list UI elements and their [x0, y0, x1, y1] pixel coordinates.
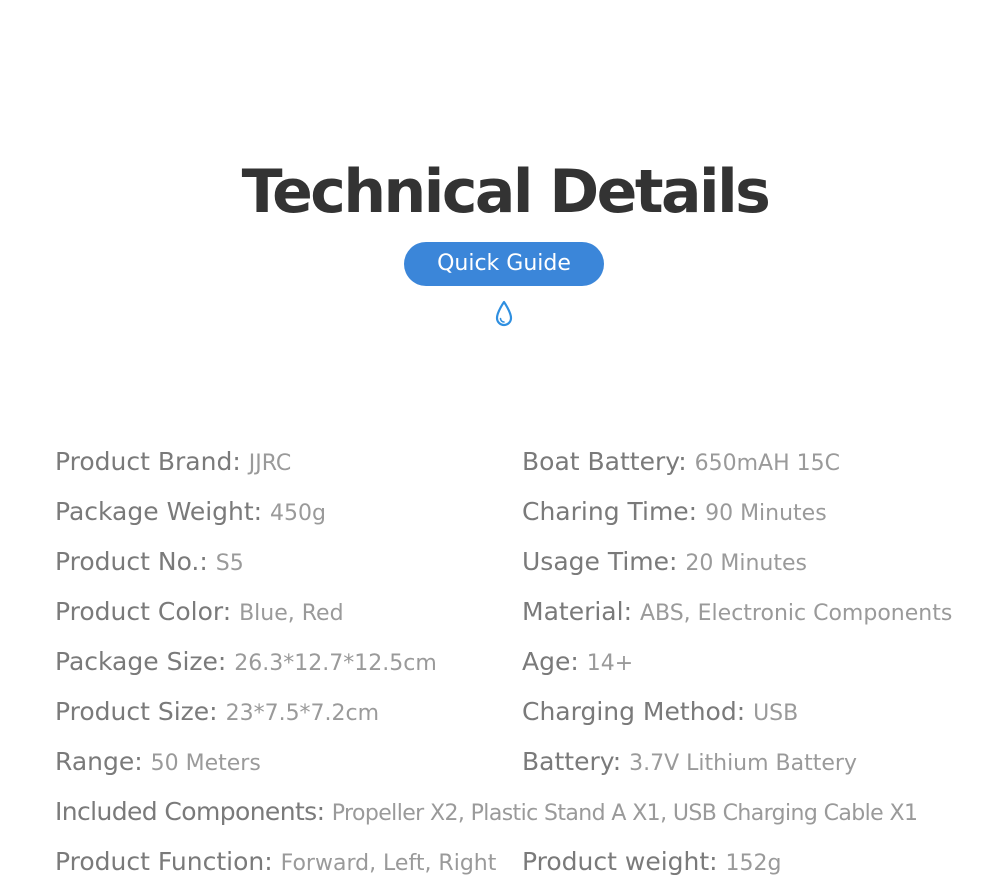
spec-value: Blue, Red	[239, 601, 344, 626]
spec-package-weight: Package Weight: 450g	[55, 495, 326, 531]
spec-label: Usage Time:	[522, 547, 678, 576]
spec-label: Package Size:	[55, 647, 227, 676]
spec-battery: Battery: 3.7V Lithium Battery	[522, 745, 857, 781]
spec-label: Boat Battery:	[522, 447, 687, 476]
spec-product-size: Product Size: 23*7.5*7.2cm	[55, 695, 379, 731]
spec-product-no: Product No.: S5	[55, 545, 244, 581]
spec-value: 450g	[270, 501, 327, 526]
spec-label: Included Components:	[55, 797, 325, 826]
spec-value: 26.3*12.7*12.5cm	[234, 651, 437, 676]
spec-label: Charging Method:	[522, 697, 746, 726]
spec-value: 90 Minutes	[705, 501, 827, 526]
spec-label: Product Size:	[55, 697, 218, 726]
spec-value: 50 Meters	[150, 751, 261, 776]
spec-age: Age: 14+	[522, 645, 633, 681]
spec-value: USB	[753, 701, 799, 726]
spec-value: 14+	[586, 651, 634, 676]
spec-boat-battery: Boat Battery: 650mAH 15C	[522, 445, 840, 481]
spec-value: Propeller X2, Plastic Stand A X1, USB Ch…	[331, 801, 918, 826]
spec-value: ABS, Electronic Components	[639, 601, 953, 626]
spec-label: Product No.:	[55, 547, 208, 576]
spec-included-components: Included Components: Propeller X2, Plast…	[55, 795, 918, 831]
spec-value: JJRC	[248, 451, 292, 476]
spec-package-size: Package Size: 26.3*12.7*12.5cm	[55, 645, 437, 681]
spec-value: 23*7.5*7.2cm	[225, 701, 380, 726]
spec-charging-time: Charing Time: 90 Minutes	[522, 495, 827, 531]
spec-label: Product Function:	[55, 847, 273, 876]
spec-charging-method: Charging Method: USB	[522, 695, 798, 731]
spec-label: Product Brand:	[55, 447, 241, 476]
water-drop-icon	[495, 300, 513, 327]
spec-material: Material: ABS, Electronic Components	[522, 595, 952, 631]
spec-range: Range: 50 Meters	[55, 745, 261, 781]
spec-product-color: Product Color: Blue, Red	[55, 595, 344, 631]
spec-product-brand: Product Brand: JJRC	[55, 445, 291, 481]
spec-value: 152g	[725, 851, 782, 876]
quick-guide-button[interactable]: Quick Guide	[404, 242, 604, 286]
spec-label: Package Weight:	[55, 497, 263, 526]
spec-label: Material:	[522, 597, 632, 626]
spec-value: Forward, Left, Right	[280, 851, 497, 876]
spec-label: Age:	[522, 647, 579, 676]
spec-product-function: Product Function: Forward, Left, Right	[55, 845, 496, 881]
spec-label: Product weight:	[522, 847, 718, 876]
spec-label: Charing Time:	[522, 497, 698, 526]
spec-value: 20 Minutes	[685, 551, 807, 576]
spec-value: 3.7V Lithium Battery	[629, 751, 857, 776]
spec-label: Range:	[55, 747, 143, 776]
spec-label: Battery:	[522, 747, 622, 776]
spec-product-weight: Product weight: 152g	[522, 845, 782, 881]
page-title: Technical Details	[241, 157, 771, 227]
spec-value: 650mAH 15C	[694, 451, 840, 476]
spec-usage-time: Usage Time: 20 Minutes	[522, 545, 807, 581]
spec-value: S5	[215, 551, 244, 576]
spec-label: Product Color:	[55, 597, 232, 626]
